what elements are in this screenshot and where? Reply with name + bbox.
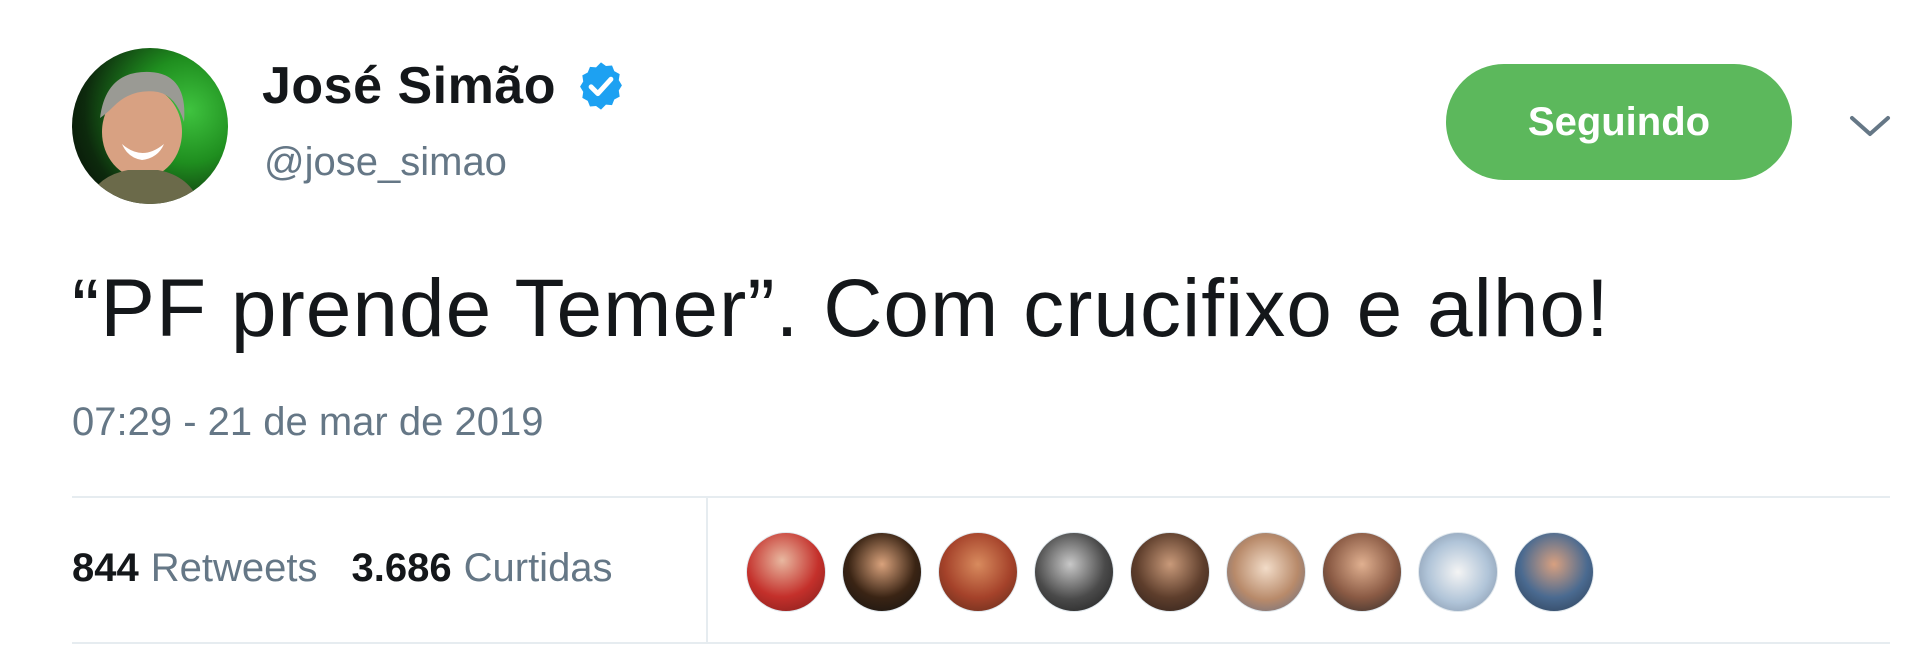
likes-stat[interactable]: 3.686 Curtidas [352, 546, 613, 591]
retweets-count: 844 [72, 546, 139, 590]
author-handle[interactable]: @jose_simao [264, 140, 507, 185]
retweets-label: Retweets [150, 546, 318, 590]
tweet-timestamp[interactable]: 07:29 - 21 de mar de 2019 [72, 400, 543, 445]
stats-vertical-divider [706, 496, 708, 642]
liker-avatar[interactable] [1514, 532, 1594, 612]
chevron-down-icon[interactable] [1848, 112, 1892, 140]
liker-avatars [746, 532, 1610, 612]
liker-avatar[interactable] [746, 532, 826, 612]
liker-avatar[interactable] [1226, 532, 1306, 612]
following-button[interactable]: Seguindo [1446, 64, 1792, 180]
liker-avatar[interactable] [1130, 532, 1210, 612]
stats-top-divider [72, 496, 1890, 498]
verified-badge-icon [574, 59, 628, 113]
liker-avatar[interactable] [1418, 532, 1498, 612]
liker-avatar[interactable] [938, 532, 1018, 612]
liker-avatar[interactable] [1034, 532, 1114, 612]
likes-label: Curtidas [463, 546, 613, 590]
liker-avatar[interactable] [1322, 532, 1402, 612]
author-avatar[interactable] [72, 48, 228, 204]
retweets-stat[interactable]: 844 Retweets [72, 546, 318, 591]
author-display-name[interactable]: José Simão [262, 56, 556, 116]
stats-bottom-divider [72, 642, 1890, 644]
author-name-row: José Simão [262, 56, 628, 116]
tweet-stats: 844 Retweets 3.686 Curtidas [72, 546, 613, 591]
liker-avatar[interactable] [842, 532, 922, 612]
likes-count: 3.686 [351, 546, 452, 590]
tweet-text: “PF prende Temer”. Com crucifixo e alho! [72, 263, 1610, 354]
